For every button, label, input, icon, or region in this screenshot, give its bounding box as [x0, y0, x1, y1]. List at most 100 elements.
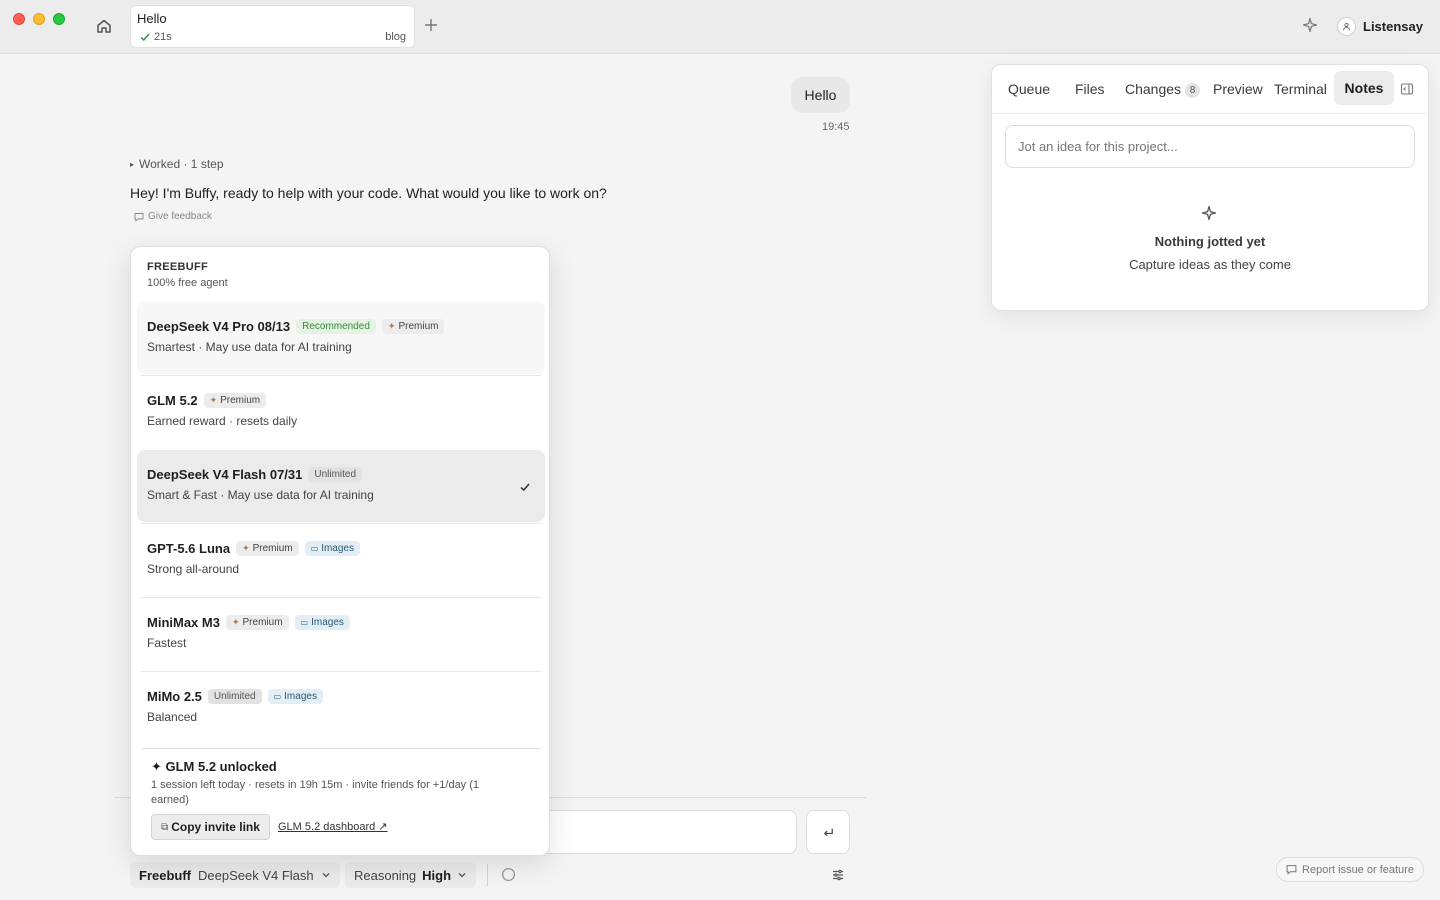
- premium-badge-label: Premium: [252, 543, 293, 554]
- user-icon[interactable]: [1337, 17, 1356, 36]
- recommended-badge: Recommended: [296, 319, 376, 334]
- premium-badge-label: Premium: [398, 321, 439, 332]
- unlimited-badge: Unlimited: [207, 689, 262, 704]
- unlock-info: 1 session left today · resets in 19h 15m…: [151, 779, 480, 806]
- user-message-bubble: Hello: [791, 77, 850, 113]
- model-option-row: DeepSeek V4 Flash 07/31 Unlimited: [147, 467, 363, 482]
- tab-queue[interactable]: Queue: [1008, 81, 1050, 97]
- reasoning-value: High: [422, 867, 452, 883]
- premium-badge-label: Premium: [242, 617, 283, 628]
- image-icon: ▭: [300, 618, 309, 627]
- images-badge-label: Images: [321, 543, 354, 554]
- model-option-deepseek-v4-flash[interactable]: DeepSeek V4 Flash 07/31 Unlimited Smart …: [137, 450, 545, 522]
- sparkle-icon[interactable]: [1302, 17, 1318, 33]
- model-option-minimax-m3[interactable]: MiniMax M3 ✦ Premium ▭ Images Fastest: [137, 598, 545, 670]
- model-option-gpt-5-6-luna[interactable]: GPT-5.6 Luna ✦ Premium ▭ Images Strong all…: [137, 524, 545, 596]
- assistant-message: Hey! I'm Buffy, ready to help with your …: [130, 185, 607, 201]
- sparkle-icon: [1201, 205, 1217, 221]
- premium-badge: ✦ Premium: [203, 393, 267, 408]
- image-icon: ▭: [310, 544, 319, 553]
- sparkle-icon: ✦: [242, 543, 250, 553]
- reasoning-label: Reasoning: [354, 867, 417, 883]
- model-option-description: Balanced: [147, 710, 198, 724]
- send-button[interactable]: [806, 810, 850, 854]
- sliders-icon[interactable]: [831, 868, 845, 882]
- reasoning-selector[interactable]: Reasoning High: [345, 862, 477, 888]
- glm-dashboard-link[interactable]: GLM 5.2 dashboard ↗: [278, 820, 388, 833]
- report-issue-label: Report issue or feature: [1302, 863, 1414, 876]
- toolbar-divider: [487, 864, 488, 886]
- model-option-name: GLM 5.2: [147, 393, 198, 408]
- model-option-description: Fastest: [147, 636, 187, 650]
- chat-bubble-icon: [134, 212, 144, 222]
- minimize-window-button[interactable]: [33, 13, 45, 25]
- model-option-name: MiniMax M3: [147, 615, 220, 630]
- model-option-glm-5-2[interactable]: GLM 5.2 ✦ Premium Earned reward · resets …: [137, 376, 545, 448]
- tab-notes[interactable]: Notes: [1334, 71, 1394, 105]
- sidebar-collapse-icon[interactable]: [1400, 82, 1414, 96]
- enter-icon: [822, 826, 835, 839]
- model-option-row: GPT-5.6 Luna ✦ Premium ▭ Images: [147, 541, 360, 556]
- model-option-description: Strong all-around: [147, 562, 240, 576]
- images-badge: ▭ Images: [304, 541, 360, 556]
- caret-right-icon: ▸: [130, 160, 135, 169]
- model-option-name: MiMo 2.5: [147, 689, 202, 704]
- premium-badge: ✦ Premium: [381, 319, 445, 334]
- zoom-window-button[interactable]: [53, 13, 65, 25]
- model-option-name: DeepSeek V4 Pro 08/13: [147, 319, 291, 334]
- tab-files[interactable]: Files: [1075, 81, 1105, 97]
- model-option-mimo-2-5[interactable]: MiMo 2.5 Unlimited ▭ Images Balanced: [137, 672, 545, 744]
- sparkle-icon: ✦: [231, 617, 240, 627]
- model-option-description: Smartest · May use data for AI training: [147, 340, 352, 354]
- image-icon: ▭: [273, 692, 282, 701]
- unlock-title: ✦ GLM 5.2 unlocked: [151, 759, 277, 774]
- unlock-divider: [141, 748, 541, 749]
- user-name[interactable]: Listensay: [1363, 19, 1423, 34]
- copy-invite-link-label: Copy invite link: [171, 820, 260, 834]
- tab-project-label: blog: [385, 31, 406, 43]
- worked-summary-text: Worked · 1 step: [139, 157, 224, 171]
- tab-preview[interactable]: Preview: [1213, 81, 1263, 97]
- copy-invite-link-button[interactable]: ⧉ Copy invite link: [151, 814, 270, 840]
- note-input[interactable]: [1005, 125, 1415, 168]
- tab-changes-label: Changes: [1125, 81, 1182, 97]
- tab-title: Hello: [137, 11, 167, 26]
- give-feedback-button[interactable]: Give feedback: [134, 211, 212, 222]
- home-icon[interactable]: [94, 16, 114, 36]
- model-option-deepseek-v4-pro[interactable]: DeepSeek V4 Pro 08/13 Recommended ✦ Premi…: [137, 302, 545, 374]
- model-option-description: Smart & Fast · May use data for AI train…: [147, 488, 374, 502]
- sparkle-icon: ✦: [387, 321, 396, 331]
- chevron-down-icon: [321, 870, 331, 880]
- dropdown-title: FREEBUFF: [147, 261, 209, 273]
- premium-badge: ✦ Premium: [225, 615, 289, 630]
- user-message-time: 19:45: [822, 121, 850, 133]
- images-badge-label: Images: [284, 691, 317, 702]
- plus-icon[interactable]: [422, 16, 440, 34]
- changes-count-badge: 8: [1185, 83, 1201, 98]
- tab-changes[interactable]: Changes 8: [1125, 81, 1201, 98]
- session-tab[interactable]: Hello 21s blog: [130, 5, 415, 48]
- tab-terminal[interactable]: Terminal: [1274, 81, 1327, 97]
- premium-badge-label: Premium: [220, 395, 261, 406]
- check-icon: [519, 481, 531, 493]
- sparkle-icon: ✦: [209, 395, 218, 405]
- chat-bubble-icon: [1286, 864, 1297, 875]
- premium-badge: ✦ Premium: [236, 541, 299, 556]
- model-brand: Freebuff: [139, 867, 191, 883]
- tab-duration: 21s: [154, 31, 172, 43]
- copy-icon: ⧉: [161, 821, 169, 833]
- check-icon: [139, 31, 151, 43]
- images-badge-label: Images: [311, 617, 344, 628]
- report-issue-button[interactable]: Report issue or feature: [1276, 857, 1424, 882]
- side-panel: Queue Files Changes 8 Preview Terminal No…: [991, 64, 1429, 311]
- model-selector[interactable]: Freebuff DeepSeek V4 Flash: [130, 862, 340, 888]
- worked-summary-toggle[interactable]: ▸ Worked · 1 step: [130, 157, 224, 171]
- close-window-button[interactable]: [13, 13, 25, 25]
- images-badge: ▭ Images: [267, 689, 323, 704]
- model-option-description: Earned reward · resets daily: [147, 414, 298, 428]
- empty-state-subtitle: Capture ideas as they come: [1129, 257, 1291, 272]
- model-dropdown: FREEBUFF 100% free agent DeepSeek V4 Pro…: [130, 246, 550, 856]
- model-option-row: DeepSeek V4 Pro 08/13 Recommended ✦ Premi…: [147, 319, 445, 334]
- panel-tab-bar: Queue Files Changes 8 Preview Terminal No…: [992, 65, 1428, 114]
- dropdown-header: FREEBUFF 100% free agent: [147, 261, 228, 289]
